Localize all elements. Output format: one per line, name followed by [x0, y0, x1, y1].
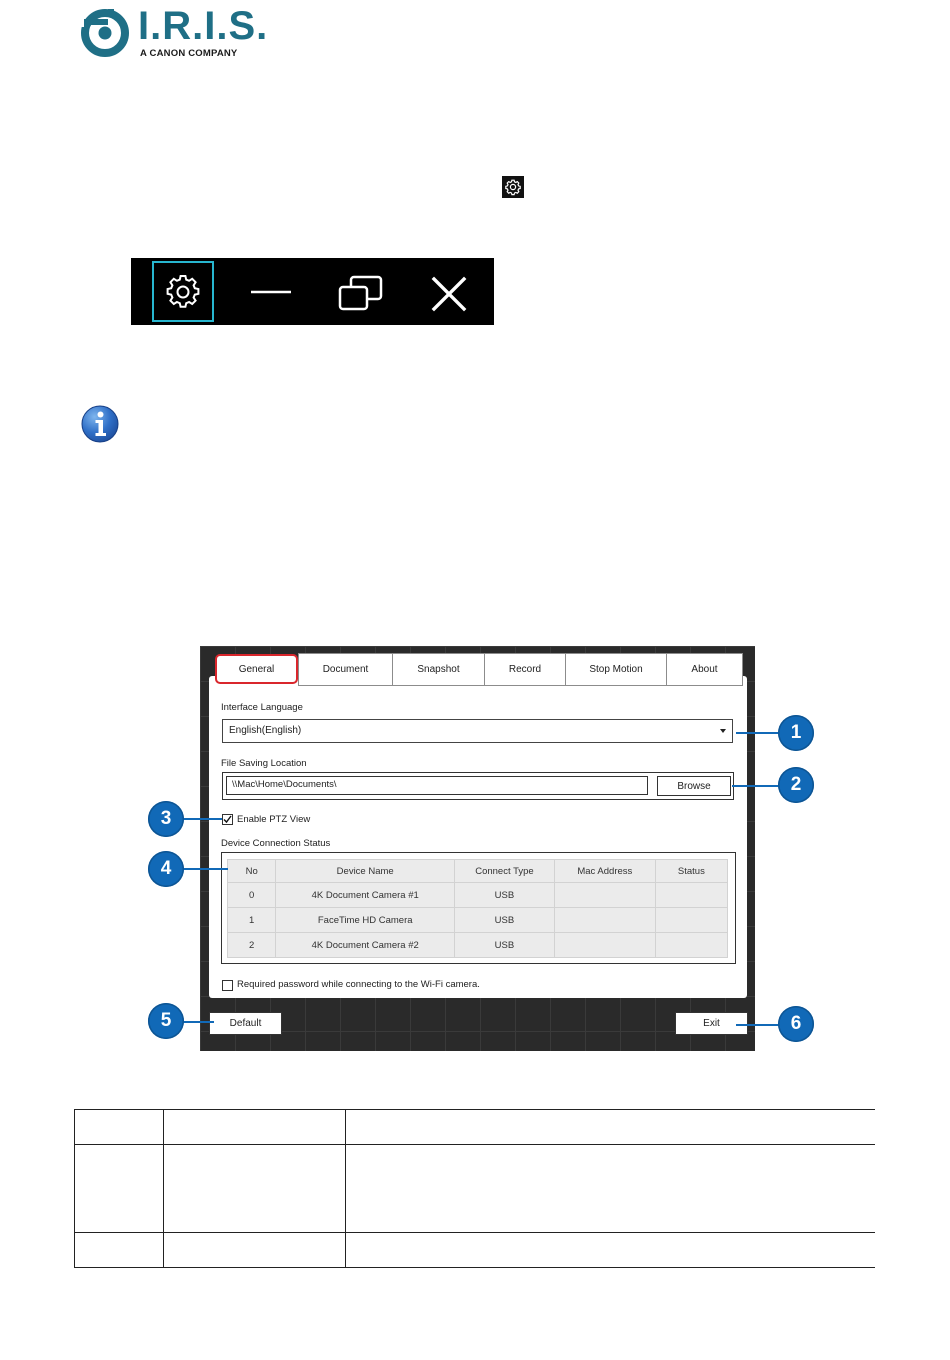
tab-document[interactable]: Document: [298, 653, 393, 686]
table-cell: 1: [226, 907, 277, 933]
column-header: Device Name: [275, 859, 456, 883]
table-row[interactable]: 2 4K Document Camera #2 USB: [226, 932, 729, 958]
browse-button[interactable]: Browse: [657, 776, 731, 796]
default-button[interactable]: Default: [209, 1012, 282, 1035]
callout-leader: [180, 868, 228, 870]
tab-snapshot[interactable]: Snapshot: [392, 653, 485, 686]
tab-record[interactable]: Record: [484, 653, 566, 686]
close-icon: [431, 276, 467, 312]
table-cell: [654, 932, 729, 958]
wifi-password-label: Required password while connecting to th…: [237, 979, 480, 990]
device-table: No Device Name Connect Type Mac Address …: [226, 859, 729, 958]
column-header: No: [226, 859, 277, 883]
table-cell: [345, 1232, 875, 1268]
table-cell: [163, 1109, 346, 1145]
restore-window-button[interactable]: [337, 273, 385, 313]
gear-icon: [166, 275, 200, 308]
table-cell: USB: [454, 907, 555, 933]
callout-leader: [736, 732, 782, 734]
table-cell: [74, 1232, 164, 1268]
callout-leader: [732, 785, 782, 787]
restore-window-icon: [338, 275, 383, 311]
table-cell: [74, 1144, 164, 1233]
minimize-icon: [251, 290, 291, 294]
callout-4: 4: [148, 851, 184, 887]
callout-leader: [736, 1024, 782, 1026]
table-cell: [553, 907, 656, 933]
table-cell: 2: [226, 932, 277, 958]
enable-ptz-checkbox[interactable]: [222, 814, 233, 825]
table-cell: USB: [454, 882, 555, 908]
column-header: Connect Type: [454, 859, 555, 883]
table-row: [74, 1109, 875, 1145]
interface-language-select[interactable]: English(English): [222, 719, 733, 743]
table-row[interactable]: 1 FaceTime HD Camera USB: [226, 907, 729, 933]
table-cell: 4K Document Camera #2: [275, 932, 456, 958]
table-cell: [553, 882, 656, 908]
window-toolbar: [131, 258, 494, 325]
table-cell: 4K Document Camera #1: [275, 882, 456, 908]
table-cell: [553, 932, 656, 958]
table-row: [74, 1144, 875, 1233]
callout-5: 5: [148, 1003, 184, 1039]
table-cell: [345, 1144, 875, 1233]
table-cell: 0: [226, 882, 277, 908]
file-saving-location-input[interactable]: \\Mac\Home\Documents\: [226, 776, 648, 795]
gear-icon: [502, 176, 524, 198]
callout-2: 2: [778, 767, 814, 803]
tab-about[interactable]: About: [666, 653, 743, 686]
close-button[interactable]: [429, 275, 469, 313]
table-row[interactable]: 0 4K Document Camera #1 USB: [226, 882, 729, 908]
callout-leader: [180, 818, 222, 820]
table-cell: [345, 1109, 875, 1145]
callout-3: 3: [148, 801, 184, 837]
settings-button[interactable]: [152, 261, 214, 322]
column-header: Status: [654, 859, 729, 883]
logo-tagline: A CANON COMPANY: [140, 48, 238, 59]
enable-ptz-label: Enable PTZ View: [237, 814, 311, 825]
tab-stop-motion[interactable]: Stop Motion: [565, 653, 667, 686]
tab-general[interactable]: General: [215, 654, 298, 684]
callout-1: 1: [778, 715, 814, 751]
callout-leader: [180, 1021, 214, 1023]
interface-language-value: English(English): [229, 725, 302, 736]
table-cell: FaceTime HD Camera: [275, 907, 456, 933]
table-cell: USB: [454, 932, 555, 958]
minimize-button[interactable]: [249, 274, 293, 310]
interface-language-label: Interface Language: [221, 702, 303, 713]
logo-wordmark: I.R.I.S.: [138, 4, 269, 48]
table-cell: [654, 907, 729, 933]
file-saving-location-label: File Saving Location: [221, 758, 307, 769]
device-connection-status-label: Device Connection Status: [221, 838, 331, 849]
dropdown-arrow-icon: [720, 729, 726, 733]
table-header-row: No Device Name Connect Type Mac Address …: [226, 859, 729, 883]
info-icon: [80, 404, 120, 444]
column-header: Mac Address: [553, 859, 656, 883]
settings-dialog: General Document Snapshot Record Stop Mo…: [200, 646, 755, 1051]
table-cell: [163, 1232, 346, 1268]
table-cell: [74, 1109, 164, 1145]
iris-logo-mark-icon: [78, 9, 129, 57]
table-cell: [163, 1144, 346, 1233]
iris-logo: I.R.I.S. A CANON COMPANY: [78, 4, 267, 60]
callout-6: 6: [778, 1006, 814, 1042]
table-cell: [654, 882, 729, 908]
table-row: [74, 1232, 875, 1268]
checkmark-icon: [223, 815, 232, 824]
settings-tabs: General Document Snapshot Record Stop Mo…: [212, 653, 743, 686]
description-table: [74, 1109, 875, 1268]
wifi-password-checkbox[interactable]: [222, 980, 233, 991]
